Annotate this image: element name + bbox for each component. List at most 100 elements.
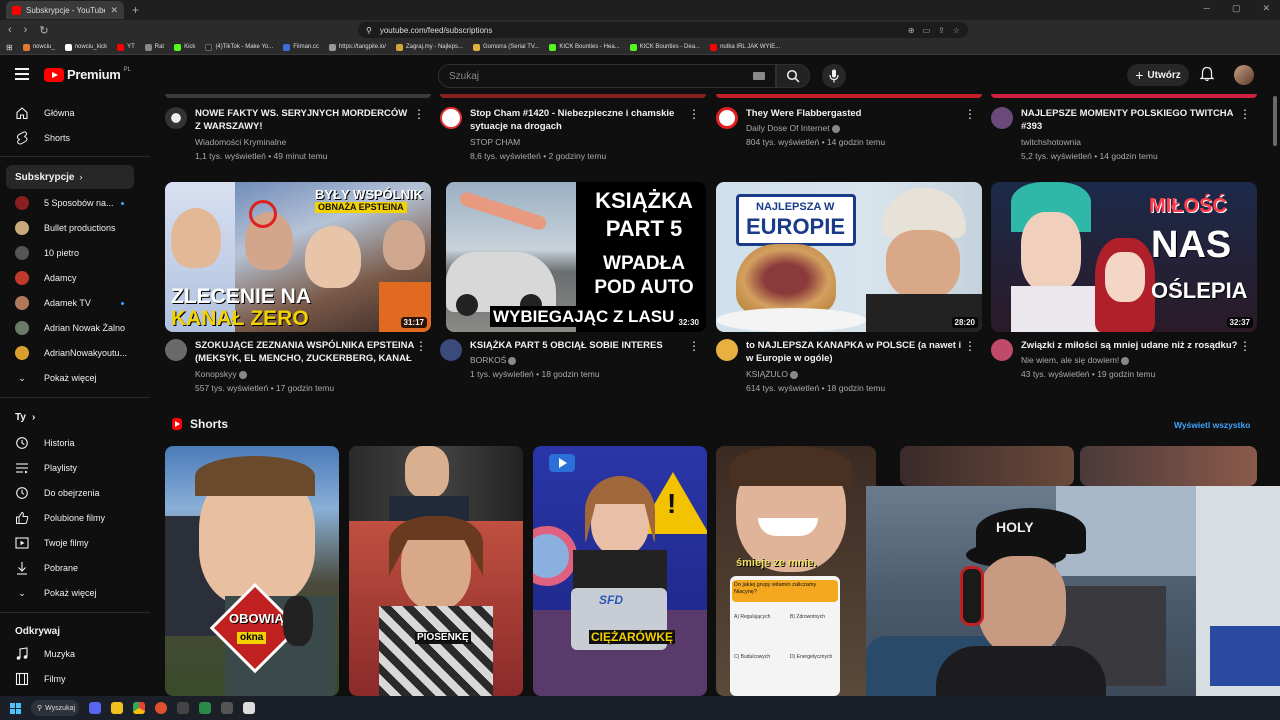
youtube-logo[interactable]: Premium PL <box>44 67 131 82</box>
video-thumbnail[interactable]: NAJLEPSZA W EUROPIE 28:20 <box>716 182 982 332</box>
row1-thumb-strip[interactable] <box>991 94 1257 98</box>
sidebar-item-history[interactable]: Historia <box>6 431 134 455</box>
row1-thumb-strip[interactable] <box>165 94 431 98</box>
app-icon[interactable] <box>199 702 211 714</box>
short-thumbnail[interactable]: OBOWIĄ okna <box>165 446 339 696</box>
sidebar-item-liked[interactable]: Polubione filmy <box>6 506 134 530</box>
video-thumbnail[interactable]: BYŁY WSPÓLNIK OBNAŻA EPSTEINA ZLECENIE N… <box>165 182 431 332</box>
site-info-icon[interactable]: ⚲ <box>366 26 372 35</box>
more-actions-icon[interactable]: ⋮ <box>688 107 700 121</box>
taskbar-search[interactable]: ⚲ Wyszukaj <box>31 700 79 716</box>
more-actions-icon[interactable]: ⋮ <box>964 339 976 353</box>
video-meta[interactable]: NAJLEPSZE MOMENTY POLSKIEGO TWITCHA #393… <box>991 107 1251 163</box>
sidebar-subscription-item[interactable]: Bullet productions <box>6 216 134 240</box>
short-thumbnail[interactable] <box>1080 446 1257 486</box>
windows-start-icon[interactable] <box>10 702 21 714</box>
short-thumbnail[interactable] <box>900 446 1074 486</box>
browser-tab[interactable]: Subskrypcje - YouTube ✕ <box>6 1 124 19</box>
you-section-header[interactable]: Ty › <box>15 412 35 423</box>
channel-avatar[interactable] <box>716 339 738 361</box>
more-actions-icon[interactable]: ⋮ <box>1239 107 1251 121</box>
video-channel[interactable]: Daily Dose Of Internet <box>746 123 840 133</box>
browser-icon[interactable] <box>155 702 167 714</box>
video-meta[interactable]: Stop Cham #1420 - Niebezpieczne i chamsk… <box>440 107 700 163</box>
bookmark-item[interactable]: KICK Bounties - Dea... <box>629 43 700 51</box>
bookmark-item[interactable]: nutka IRL JAK WYIE... <box>710 43 780 51</box>
video-meta[interactable]: KSIĄŻKA PART 5 OBCIĄŁ SOBIE INTERES BORK… <box>440 339 700 395</box>
sidebar-subscription-item[interactable]: Adamek TV <box>6 291 134 315</box>
video-title[interactable]: SZOKUJĄCE ZEZNANIA WSPÓLNIKA EPSTEINA (M… <box>195 339 415 365</box>
share-icon[interactable]: ⇪ <box>938 26 945 35</box>
video-title[interactable]: to NAJLEPSZA KANAPKA w POLSCE (a nawet i… <box>746 339 966 365</box>
sidebar-subscription-item[interactable]: Adrian Nowak Żalno <box>6 316 134 340</box>
sidebar-subscription-item[interactable]: Adamcy <box>6 266 134 290</box>
channel-avatar[interactable] <box>991 339 1013 361</box>
video-meta[interactable]: NOWE FAKTY WS. SERYJNYCH MORDERCÓW Z WAR… <box>165 107 425 163</box>
sidebar-item-shorts[interactable]: Shorts <box>6 126 134 150</box>
channel-avatar[interactable] <box>440 107 462 129</box>
bookmark-item[interactable]: Rat <box>144 43 164 51</box>
more-actions-icon[interactable]: ⋮ <box>415 339 427 353</box>
short-thumbnail[interactable]: śmieje ze mnie. Do jakiej grupy witamin … <box>716 446 876 696</box>
url-field[interactable]: ⚲ youtube.com/feed/subscriptions ⊕ ▭ ⇪ ☆ <box>358 22 968 38</box>
show-more-subscriptions[interactable]: ⌄ Pokaż więcej <box>6 366 134 390</box>
video-channel[interactable]: BORKOŚ <box>470 355 517 365</box>
bookmark-item[interactable]: nowciu_ <box>22 43 55 51</box>
video-title[interactable]: NAJLEPSZE MOMENTY POLSKIEGO TWITCHA #393 <box>1021 107 1241 133</box>
sidebar-item-movies[interactable]: Filmy <box>6 667 134 691</box>
sidebar-item-watch-later[interactable]: Do obejrzenia <box>6 481 134 505</box>
bookmark-item[interactable]: Filman.cc <box>283 43 319 51</box>
chrome-icon[interactable] <box>133 702 145 714</box>
reload-icon[interactable]: ↻ <box>39 24 48 37</box>
sidebar-item-your-videos[interactable]: Twoje filmy <box>6 531 134 555</box>
close-window-icon[interactable]: ✕ <box>1262 3 1270 14</box>
discord-icon[interactable] <box>89 702 101 714</box>
see-all-shorts-link[interactable]: Wyświetl wszystko <box>1174 420 1250 430</box>
video-title[interactable]: Związki z miłości są mniej udane niż z r… <box>1021 339 1241 352</box>
video-title[interactable]: KSIĄŻKA PART 5 OBCIĄŁ SOBIE INTERES <box>470 339 690 352</box>
sidebar-subscription-item[interactable]: AdrianNowakyoutu... <box>6 341 134 365</box>
bookmark-item[interactable]: YT <box>117 43 135 51</box>
app-icon[interactable] <box>177 702 189 714</box>
bookmark-item[interactable]: https://tangpile.io/ <box>328 43 386 51</box>
video-thumbnail[interactable]: KSIĄŻKA PART 5 WPADŁA POD AUTO WYBIEGAJĄ… <box>446 182 706 332</box>
cast-icon[interactable]: ▭ <box>923 26 931 35</box>
video-meta[interactable]: Związki z miłości są mniej udane niż z r… <box>991 339 1251 395</box>
video-title[interactable]: They Were Flabbergasted <box>746 107 966 120</box>
explorer-icon[interactable] <box>111 702 123 714</box>
sidebar-item-playlists[interactable]: Playlisty <box>6 456 134 480</box>
more-actions-icon[interactable]: ⋮ <box>964 107 976 121</box>
sidebar-subscription-item[interactable]: 10 pietro <box>6 241 134 265</box>
show-more-you[interactable]: ⌄ Pokaż więcej <box>6 581 134 605</box>
sidebar-item-downloads[interactable]: Pobrane <box>6 556 134 580</box>
video-channel[interactable]: twitchshotownia <box>1021 137 1081 147</box>
sidebar-item-home[interactable]: Główna <box>6 101 134 125</box>
bookmark-item[interactable]: KICK Bounties - Hea... <box>549 43 620 51</box>
channel-avatar[interactable] <box>165 339 187 361</box>
video-channel[interactable]: STOP CHAM <box>470 137 520 147</box>
new-tab-icon[interactable]: + <box>132 3 139 17</box>
more-actions-icon[interactable]: ⋮ <box>1239 339 1251 353</box>
keyboard-icon[interactable] <box>753 72 765 80</box>
close-tab-icon[interactable]: ✕ <box>110 5 118 16</box>
bookmark-item[interactable]: Zagraj.my - Najleps... <box>395 43 463 51</box>
voice-search-button[interactable] <box>822 64 846 88</box>
hamburger-menu-icon[interactable] <box>15 68 29 80</box>
maximize-icon[interactable]: ▢ <box>1232 3 1241 14</box>
video-meta[interactable]: SZOKUJĄCE ZEZNANIA WSPÓLNIKA EPSTEINA (M… <box>165 339 427 395</box>
video-meta[interactable]: They Were Flabbergasted Daily Dose Of In… <box>716 107 976 163</box>
create-button[interactable]: + Utwórz <box>1127 64 1189 86</box>
page-scrollbar[interactable] <box>1273 96 1277 146</box>
channel-avatar[interactable] <box>165 107 187 129</box>
bookmark-item[interactable]: Kick <box>174 43 195 51</box>
zoom-icon[interactable]: ⊕ <box>908 26 915 35</box>
back-icon[interactable]: ‹ <box>8 24 12 37</box>
apps-grid-icon[interactable]: ⊞ <box>6 43 13 52</box>
sidebar-subscription-item[interactable]: 5 Sposobów na... <box>6 191 134 215</box>
bookmark-item[interactable]: Gomorra (Serial TV... <box>472 43 539 51</box>
video-channel[interactable]: Wiadomości Kryminalne <box>195 137 286 147</box>
video-meta[interactable]: to NAJLEPSZA KANAPKA w POLSCE (a nawet i… <box>716 339 976 395</box>
notifications-bell-icon[interactable] <box>1199 66 1215 82</box>
more-actions-icon[interactable]: ⋮ <box>413 107 425 121</box>
channel-avatar[interactable] <box>440 339 462 361</box>
